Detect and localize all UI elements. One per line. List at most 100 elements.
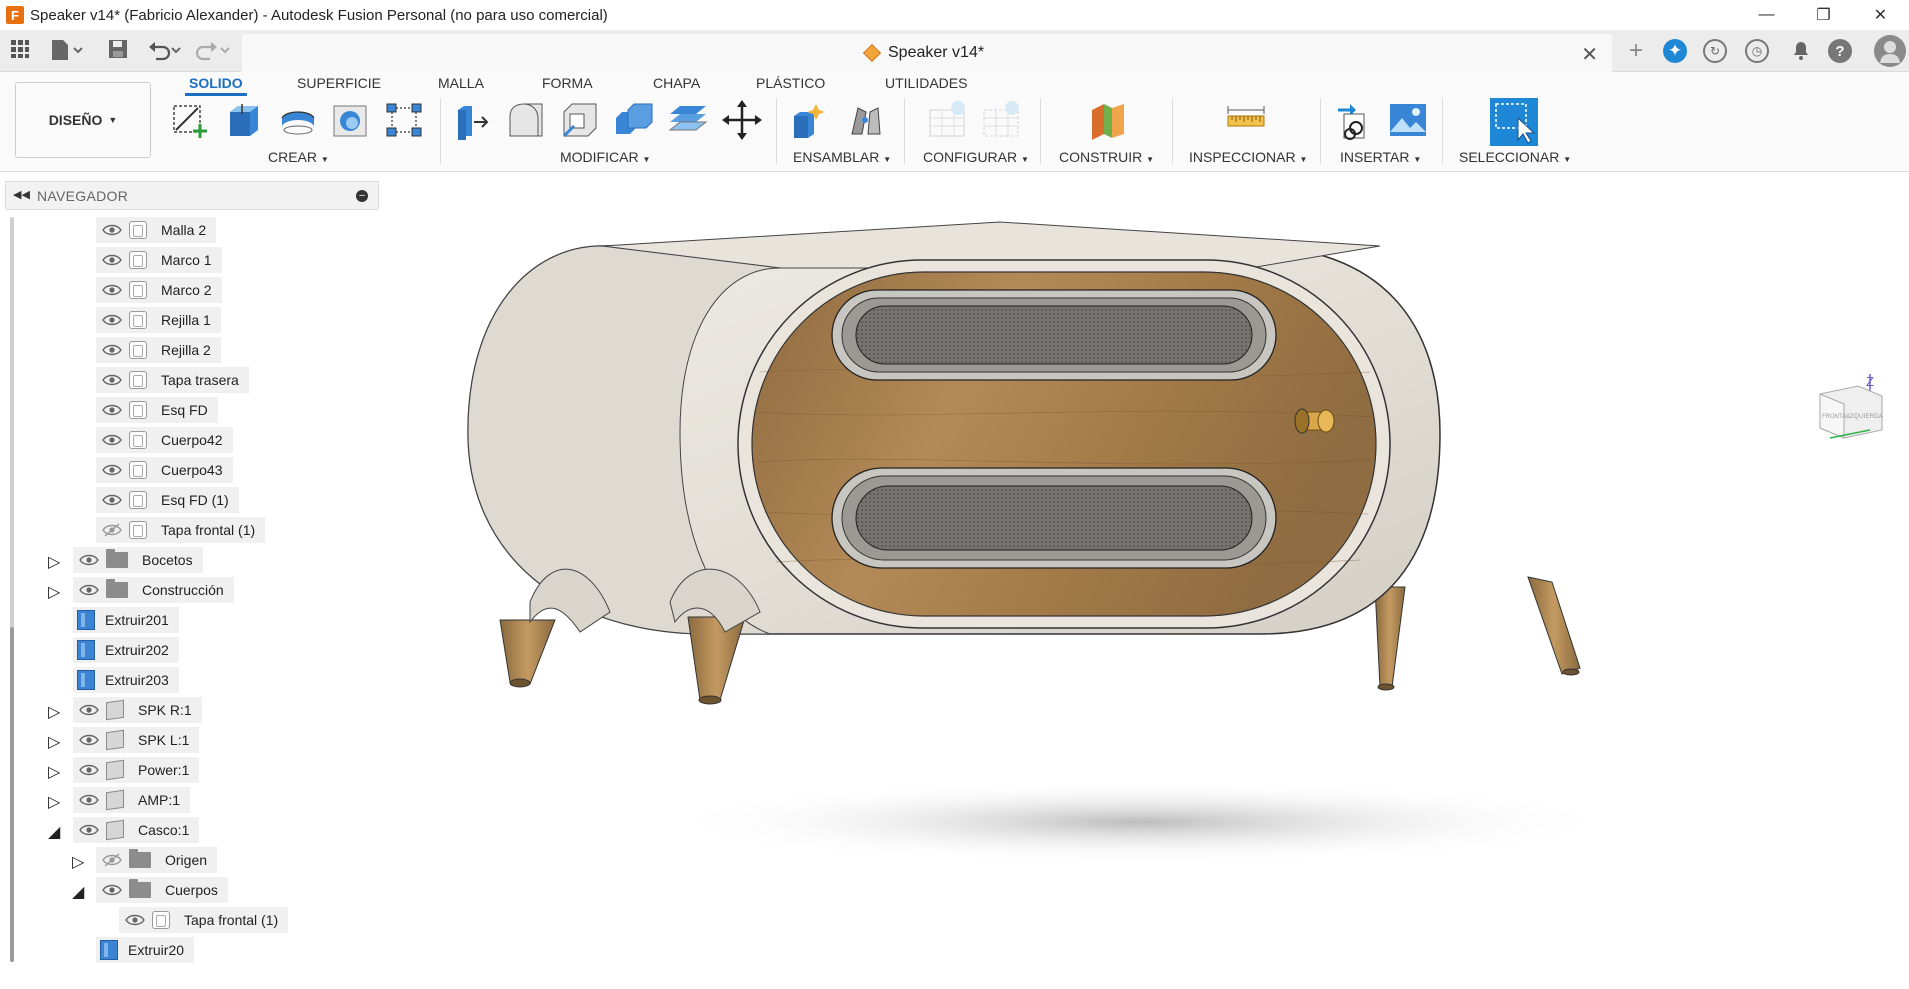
eye-icon[interactable] [79,703,99,717]
group-ensamblar[interactable]: ENSAMBLAR ▼ [793,149,891,165]
navigator-row[interactable]: Extruir202 [73,637,179,663]
navigator-row[interactable]: Cuerpo43 [96,457,233,483]
group-seleccionar[interactable]: SELECCIONAR ▼ [1459,149,1571,165]
eye-icon[interactable] [79,553,99,567]
insert-canvas-icon[interactable] [1388,100,1428,140]
eye-icon[interactable] [79,793,99,807]
construct-plane-icon[interactable] [1088,100,1128,140]
navigator-row[interactable]: Cuerpos [96,877,228,903]
eye-icon[interactable] [102,883,122,897]
eye-icon[interactable] [102,283,122,297]
group-insertar[interactable]: INSERTAR ▼ [1340,149,1421,165]
expand-arrow-icon[interactable]: ▷ [48,702,60,722]
viewcube[interactable]: Z FRONTAL IZQUIERDA [1810,372,1900,452]
tab-solido[interactable]: SOLIDO [185,73,247,96]
create-sketch-tool-icon[interactable] [170,100,210,140]
tab-chapa[interactable]: CHAPA [649,73,704,93]
eye-icon[interactable] [102,373,122,387]
close-tab-icon[interactable]: ✕ [1581,42,1598,67]
file-icon[interactable] [50,39,86,67]
navigator-row[interactable]: Cuerpo42 [96,427,233,453]
navigator-row[interactable]: AMP:1 [73,787,191,813]
shell-tool-icon[interactable] [560,100,600,140]
eye-icon[interactable] [79,763,99,777]
eye-icon[interactable] [102,433,122,447]
3d-viewport[interactable]: Z FRONTAL IZQUIERDA [380,172,1909,984]
tab-malla[interactable]: MALLA [434,73,488,93]
configure-table-icon[interactable] [928,100,968,140]
eye-icon[interactable] [102,403,122,417]
user-avatar-icon[interactable] [1874,35,1906,67]
navigator-row[interactable]: Rejilla 1 [96,307,221,333]
navigator-row[interactable]: Origen [96,847,218,873]
navigator-row[interactable]: Marco 1 [96,247,222,273]
group-construir[interactable]: CONSTRUIR ▼ [1059,149,1154,165]
scrollbar-thumb[interactable] [10,627,14,962]
tab-superficie[interactable]: SUPERFICIE [293,73,385,93]
navigator-row[interactable]: Esq FD [96,397,218,423]
workspace-switcher[interactable]: DISEÑO ▼ [15,82,151,158]
select-tool-icon[interactable] [1490,98,1538,146]
eye-icon[interactable] [102,493,122,507]
eye-hidden-icon[interactable] [102,853,122,867]
help-icon[interactable]: ? [1828,39,1852,63]
offset-face-tool-icon[interactable] [668,100,708,140]
tab-plastico[interactable]: PLÁSTICO [752,73,829,93]
configure-parameters-icon[interactable] [982,100,1022,140]
navigator-row[interactable]: Tapa frontal (1) [96,517,266,543]
navigator-row[interactable]: Esq FD (1) [96,487,239,513]
pattern-tool-icon[interactable] [384,100,424,140]
navigator-row[interactable]: Marco 2 [96,277,222,303]
navigator-row[interactable]: Power:1 [73,757,200,783]
new-component-tool-icon[interactable] [790,100,830,140]
online-icon[interactable]: ↻ [1703,39,1727,63]
document-tab[interactable]: Speaker v14* ✕ [242,34,1612,72]
navigator-row[interactable]: Construcción [73,577,234,603]
minimize-panel-icon[interactable]: – [356,190,368,202]
eye-icon[interactable] [102,223,122,237]
eye-icon[interactable] [125,913,145,927]
group-inspeccionar[interactable]: INSPECCIONAR ▼ [1189,149,1307,165]
expand-arrow-icon[interactable]: ▷ [48,552,60,572]
navigator-row[interactable]: SPK L:1 [73,727,200,753]
navigator-row[interactable]: Malla 2 [96,217,217,243]
expand-arrow-icon[interactable]: ▷ [48,792,60,812]
group-crear[interactable]: CREAR ▼ [268,149,329,165]
extensions-icon[interactable]: ✦ [1663,39,1687,63]
fillet-tool-icon[interactable] [506,100,546,140]
expand-arrow-icon[interactable]: ▷ [72,852,84,872]
joint-tool-icon[interactable] [844,100,884,140]
move-copy-tool-icon[interactable] [722,100,762,140]
close-icon[interactable]: ✕ [1852,0,1909,30]
eye-icon[interactable] [79,733,99,747]
insert-derive-icon[interactable] [1334,100,1374,140]
speaker-model[interactable] [380,172,1909,984]
group-modificar[interactable]: MODIFICAR ▼ [560,149,650,165]
expand-arrow-icon[interactable]: ▷ [48,732,60,752]
grid-icon[interactable] [10,39,30,65]
press-pull-tool-icon[interactable] [452,100,492,140]
save-icon[interactable] [108,39,128,65]
tab-utilidades[interactable]: UTILIDADES [881,73,971,93]
undo-icon[interactable] [148,39,184,67]
collapse-panel-icon[interactable]: ◀◀ [13,188,30,201]
eye-icon[interactable] [79,583,99,597]
restore-icon[interactable]: ❐ [1795,0,1852,30]
navigator-scrollbar[interactable] [10,217,14,962]
navigator-row[interactable]: Bocetos [73,547,203,573]
group-configurar[interactable]: CONFIGURAR ▼ [923,149,1029,165]
hole-tool-icon[interactable] [330,100,370,140]
notifications-icon[interactable] [1786,36,1816,66]
measure-tool-icon[interactable] [1226,100,1266,140]
navigator-row[interactable]: Extruir203 [73,667,179,693]
expand-arrow-icon[interactable]: ▷ [48,582,60,602]
tab-forma[interactable]: FORMA [538,73,597,93]
eye-icon[interactable] [79,823,99,837]
minimize-icon[interactable]: — [1738,0,1795,30]
extrude-tool-icon[interactable] [224,100,264,140]
eye-hidden-icon[interactable] [102,523,122,537]
expand-arrow-icon[interactable]: ▷ [48,762,60,782]
navigator-row[interactable]: Extruir20 [96,937,195,963]
collapse-arrow-icon[interactable]: ◢ [48,822,60,842]
job-status-icon[interactable]: ◷ [1745,39,1769,63]
